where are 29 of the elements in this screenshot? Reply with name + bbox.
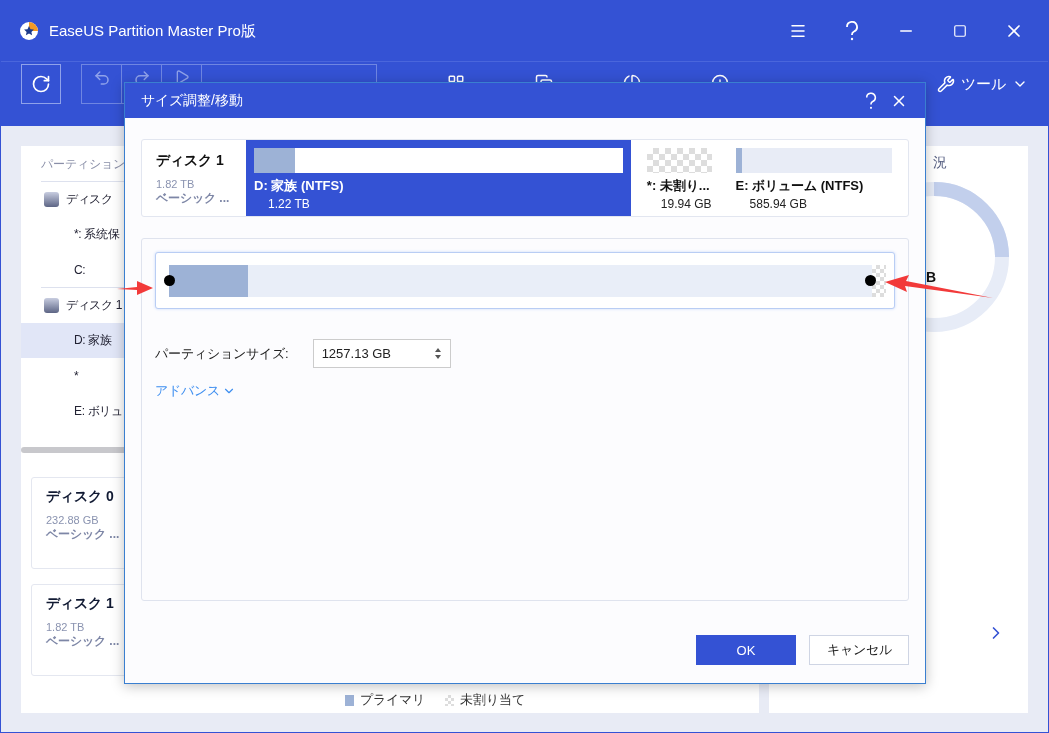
partition-label: *: 未割り... [646, 177, 711, 195]
panel-title: 況 [933, 154, 947, 172]
disk-size: 1.82 TB [156, 178, 196, 190]
window-title: EaseUS Partition Master Pro版 [49, 21, 257, 41]
partition-label: E: ボリュ [74, 402, 123, 420]
partition-size: 19.94 GB [660, 197, 712, 211]
legend-item: 未割り当て [445, 691, 525, 709]
partition-label: ディスク 1 [66, 297, 123, 315]
partition-label: D: 家族 (NTFS) [254, 177, 345, 195]
partition-label: D: 家族 [74, 332, 112, 350]
disk-type: ベーシック ... [156, 190, 231, 207]
disk-name: ディスク 0 [46, 487, 115, 506]
dialog-title: サイズ調整/移動 [141, 91, 244, 110]
disk-name: ディスク 1 [156, 152, 225, 170]
size-label: パーティションサイズ: [155, 344, 289, 363]
disk-size: 232.88 GB [46, 513, 100, 526]
partition-label: E: ボリューム (NTFS) [735, 177, 865, 195]
disk-size: 1.82 TB [46, 620, 86, 633]
disk-type: ベーシック ... [46, 525, 121, 543]
partition-size: 1.22 TB [268, 197, 311, 211]
partition-label: C: [74, 262, 86, 277]
disk-name: ディスク 1 [46, 594, 115, 613]
partition-size: 585.94 GB [749, 197, 808, 211]
column-header: パーティション [41, 156, 125, 173]
disk-type: ベーシック ... [46, 632, 121, 650]
partition-label: ディスク [66, 191, 113, 208]
partition-label: *: 系统保 [74, 226, 120, 244]
donut-value: B [926, 269, 937, 285]
legend-item: プライマリ [345, 691, 425, 709]
